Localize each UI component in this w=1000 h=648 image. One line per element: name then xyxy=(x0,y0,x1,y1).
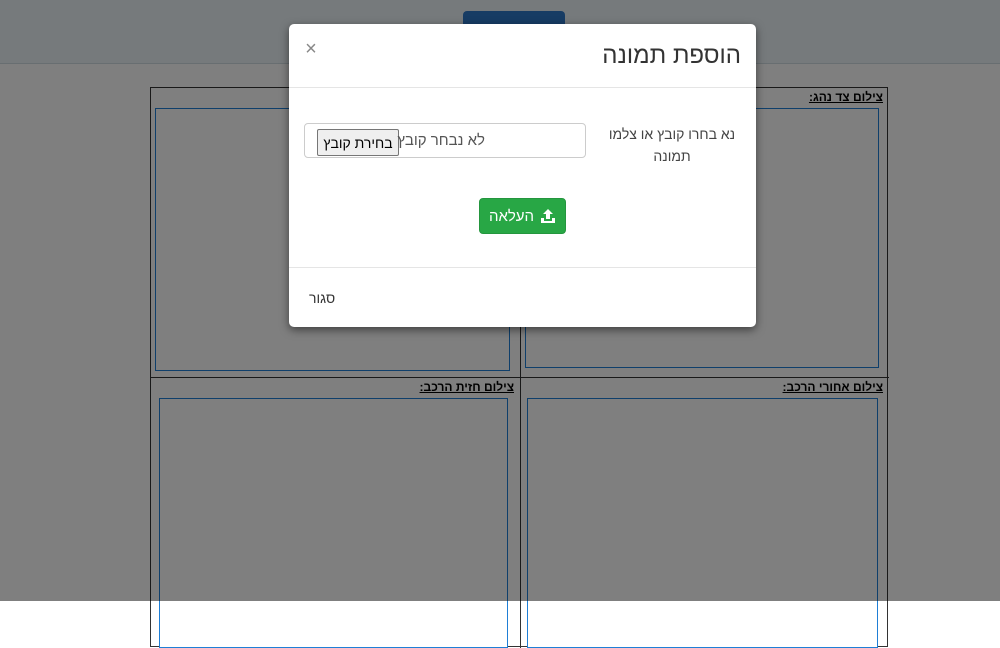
footer-close-button[interactable]: סגור xyxy=(309,290,335,306)
close-icon[interactable]: × xyxy=(303,38,319,60)
file-field-label: נא בחרו קובץ או צלמו תמונה xyxy=(608,126,736,164)
modal-footer: סגור xyxy=(289,268,756,327)
modal-body: נא בחרו קובץ או צלמו תמונה בחירת קובץ לא… xyxy=(289,88,756,268)
file-status-text: לא נבחר קובץ xyxy=(397,132,485,149)
modal-header: הוספת תמונה × xyxy=(289,24,756,88)
upload-icon xyxy=(541,209,556,223)
modal-title: הוספת תמונה xyxy=(602,42,741,69)
file-input[interactable]: בחירת קובץ לא נבחר קובץ xyxy=(304,123,586,158)
add-image-modal: הוספת תמונה × נא בחרו קובץ או צלמו תמונה… xyxy=(289,24,756,327)
upload-button-label: העלאה xyxy=(488,207,535,225)
choose-file-button[interactable]: בחירת קובץ xyxy=(317,129,399,156)
upload-button[interactable]: העלאה xyxy=(479,198,566,234)
